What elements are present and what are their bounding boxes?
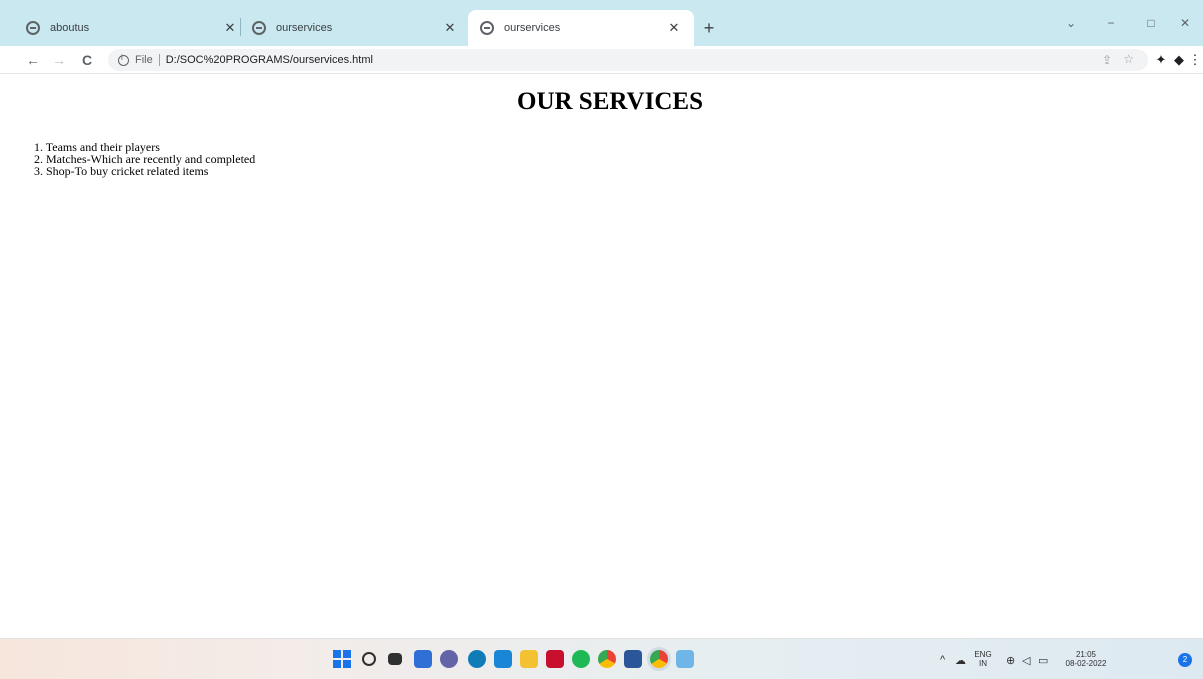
volume-icon[interactable]: ◁ — [1022, 654, 1030, 667]
tab-ourservices[interactable]: ourservices ✕ — [240, 10, 470, 46]
url-scheme: File — [135, 54, 153, 66]
windows-start-icon[interactable] — [333, 650, 351, 668]
store-icon[interactable] — [494, 650, 512, 668]
bookmark-star-icon[interactable]: ☆ — [1123, 52, 1134, 66]
menu-kebab-icon[interactable]: ⋮ — [1184, 49, 1203, 71]
info-icon[interactable] — [118, 53, 129, 66]
reload-button[interactable]: C — [76, 49, 98, 71]
page-viewport: OUR SERVICES 1. Teams and their players … — [0, 75, 1203, 638]
tab-strip: aboutus ✕ ourservices ✕ ourservices ✕ + … — [0, 0, 1203, 46]
clock-time: 21:05 — [1075, 650, 1097, 659]
word-icon[interactable] — [624, 650, 642, 668]
chevron-up-icon[interactable]: ^ — [940, 654, 945, 666]
tab-ourservices-active[interactable]: ourservices ✕ — [468, 10, 694, 46]
back-button[interactable]: ← — [22, 49, 44, 71]
close-window-button[interactable]: ✕ — [1170, 12, 1200, 34]
chrome-active-icon[interactable] — [650, 650, 668, 668]
minimize-button[interactable]: − — [1096, 12, 1126, 34]
divider — [158, 54, 160, 66]
list-item: 3. Shop-To buy cricket related items — [34, 164, 209, 178]
region-code: IN — [979, 659, 987, 668]
onedrive-icon[interactable]: ☁ — [955, 654, 966, 667]
language-code: ENG — [974, 650, 992, 659]
tab-aboutus[interactable]: aboutus ✕ — [14, 10, 250, 46]
notepad-icon[interactable] — [676, 650, 694, 668]
forward-button[interactable]: → — [48, 49, 70, 71]
services-list: 1. Teams and their players 2. Matches-Wh… — [34, 141, 255, 177]
globe-icon — [252, 21, 266, 35]
share-icon[interactable]: ⇪ — [1102, 53, 1112, 67]
network-icon[interactable]: ⊕ — [1006, 654, 1015, 667]
battery-icon[interactable]: ▭ — [1038, 654, 1048, 667]
edge-icon[interactable] — [468, 650, 486, 668]
language-indicator[interactable]: ENG IN — [972, 650, 994, 668]
clock[interactable]: 21:05 08-02-2022 — [1058, 650, 1114, 668]
maximize-button[interactable]: □ — [1136, 12, 1166, 34]
notification-badge[interactable]: 2 — [1178, 653, 1192, 667]
search-icon[interactable] — [362, 652, 376, 666]
url-text[interactable]: D:/SOC%20PROGRAMS/ourservices.html — [166, 54, 373, 66]
widgets-icon[interactable] — [414, 650, 432, 668]
file-explorer-icon[interactable] — [520, 650, 538, 668]
tab-title: ourservices — [276, 22, 333, 34]
close-icon[interactable]: ✕ — [222, 20, 238, 36]
close-icon[interactable]: ✕ — [442, 20, 458, 36]
taskbar: ^ ☁ ENG IN ⊕ ◁ ▭ 21:05 08-02-2022 2 — [0, 638, 1203, 679]
tab-title: ourservices — [504, 22, 561, 34]
chat-icon[interactable] — [440, 650, 458, 668]
globe-icon — [26, 21, 40, 35]
page-title: OUR SERVICES — [517, 88, 703, 115]
browser-toolbar: ← → C File D:/SOC%20PROGRAMS/ourservices… — [0, 46, 1203, 74]
tab-title: aboutus — [50, 22, 90, 34]
mcafee-icon[interactable] — [546, 650, 564, 668]
spotify-icon[interactable] — [572, 650, 590, 668]
clock-date: 08-02-2022 — [1065, 659, 1107, 668]
tab-search-dropdown-icon[interactable]: ⌄ — [1056, 12, 1086, 34]
new-tab-button[interactable]: + — [698, 17, 720, 39]
task-view-icon[interactable] — [388, 653, 402, 665]
address-bar[interactable]: File D:/SOC%20PROGRAMS/ourservices.html … — [108, 49, 1148, 71]
chrome-icon[interactable] — [598, 650, 616, 668]
close-icon[interactable]: ✕ — [666, 20, 682, 36]
globe-icon — [480, 21, 494, 35]
